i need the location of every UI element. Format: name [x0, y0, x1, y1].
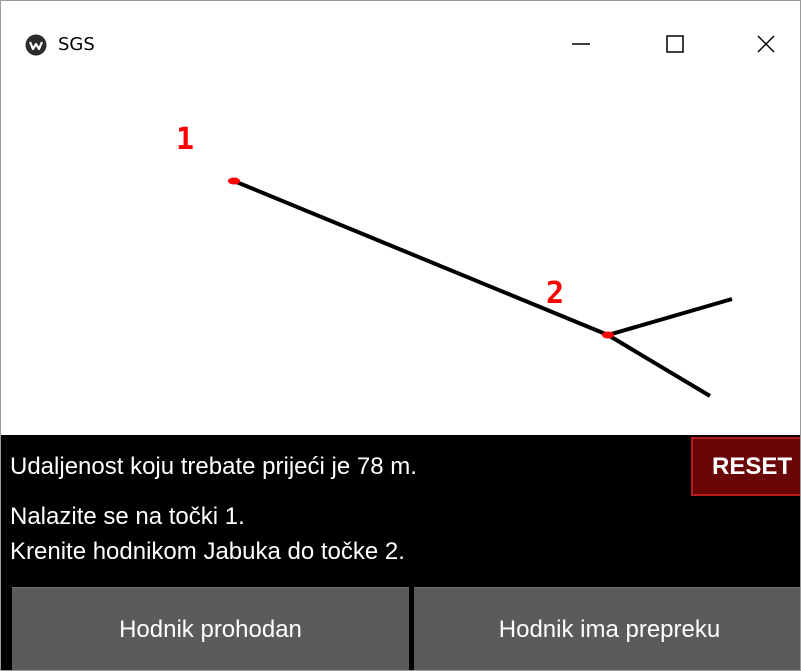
corridor-jabuka	[232, 179, 610, 337]
location-text: Nalazite se na točki 1.	[10, 503, 245, 530]
maximize-button[interactable]	[652, 21, 698, 67]
minimize-button[interactable]	[558, 21, 604, 67]
minimize-icon	[572, 43, 590, 45]
distance-text: Udaljenost koju trebate prijeći je 78 m.	[10, 453, 417, 480]
point-2-label: 2	[546, 276, 565, 311]
maximize-icon	[666, 35, 684, 53]
reset-button[interactable]: RESET	[691, 437, 800, 496]
info-panel: Udaljenost koju trebate prijeći je 78 m.…	[1, 435, 800, 585]
action-bar: Hodnik prohodan Hodnik ima prepreku	[1, 585, 800, 670]
close-icon	[757, 35, 775, 53]
corridor-branch-east	[607, 297, 733, 337]
window-title: SGS	[58, 34, 95, 55]
corridor-map	[228, 177, 733, 398]
point-1-marker	[228, 177, 240, 185]
corridor-passable-button[interactable]: Hodnik prohodan	[12, 587, 409, 670]
app-logo-icon	[25, 34, 47, 56]
close-button[interactable]	[743, 21, 789, 67]
title-bar: SGS	[1, 1, 800, 79]
corridor-branch-south	[606, 333, 712, 398]
map-canvas: 1 2	[1, 79, 800, 435]
point-1-label: 1	[176, 122, 195, 157]
point-2-marker	[602, 331, 614, 339]
instruction-text: Krenite hodnikom Jabuka do točke 2.	[10, 538, 405, 565]
app-window: SGS 1 2 Udaljenost koju trebate prijeći …	[0, 0, 801, 671]
corridor-obstacle-button[interactable]: Hodnik ima prepreku	[414, 587, 800, 670]
